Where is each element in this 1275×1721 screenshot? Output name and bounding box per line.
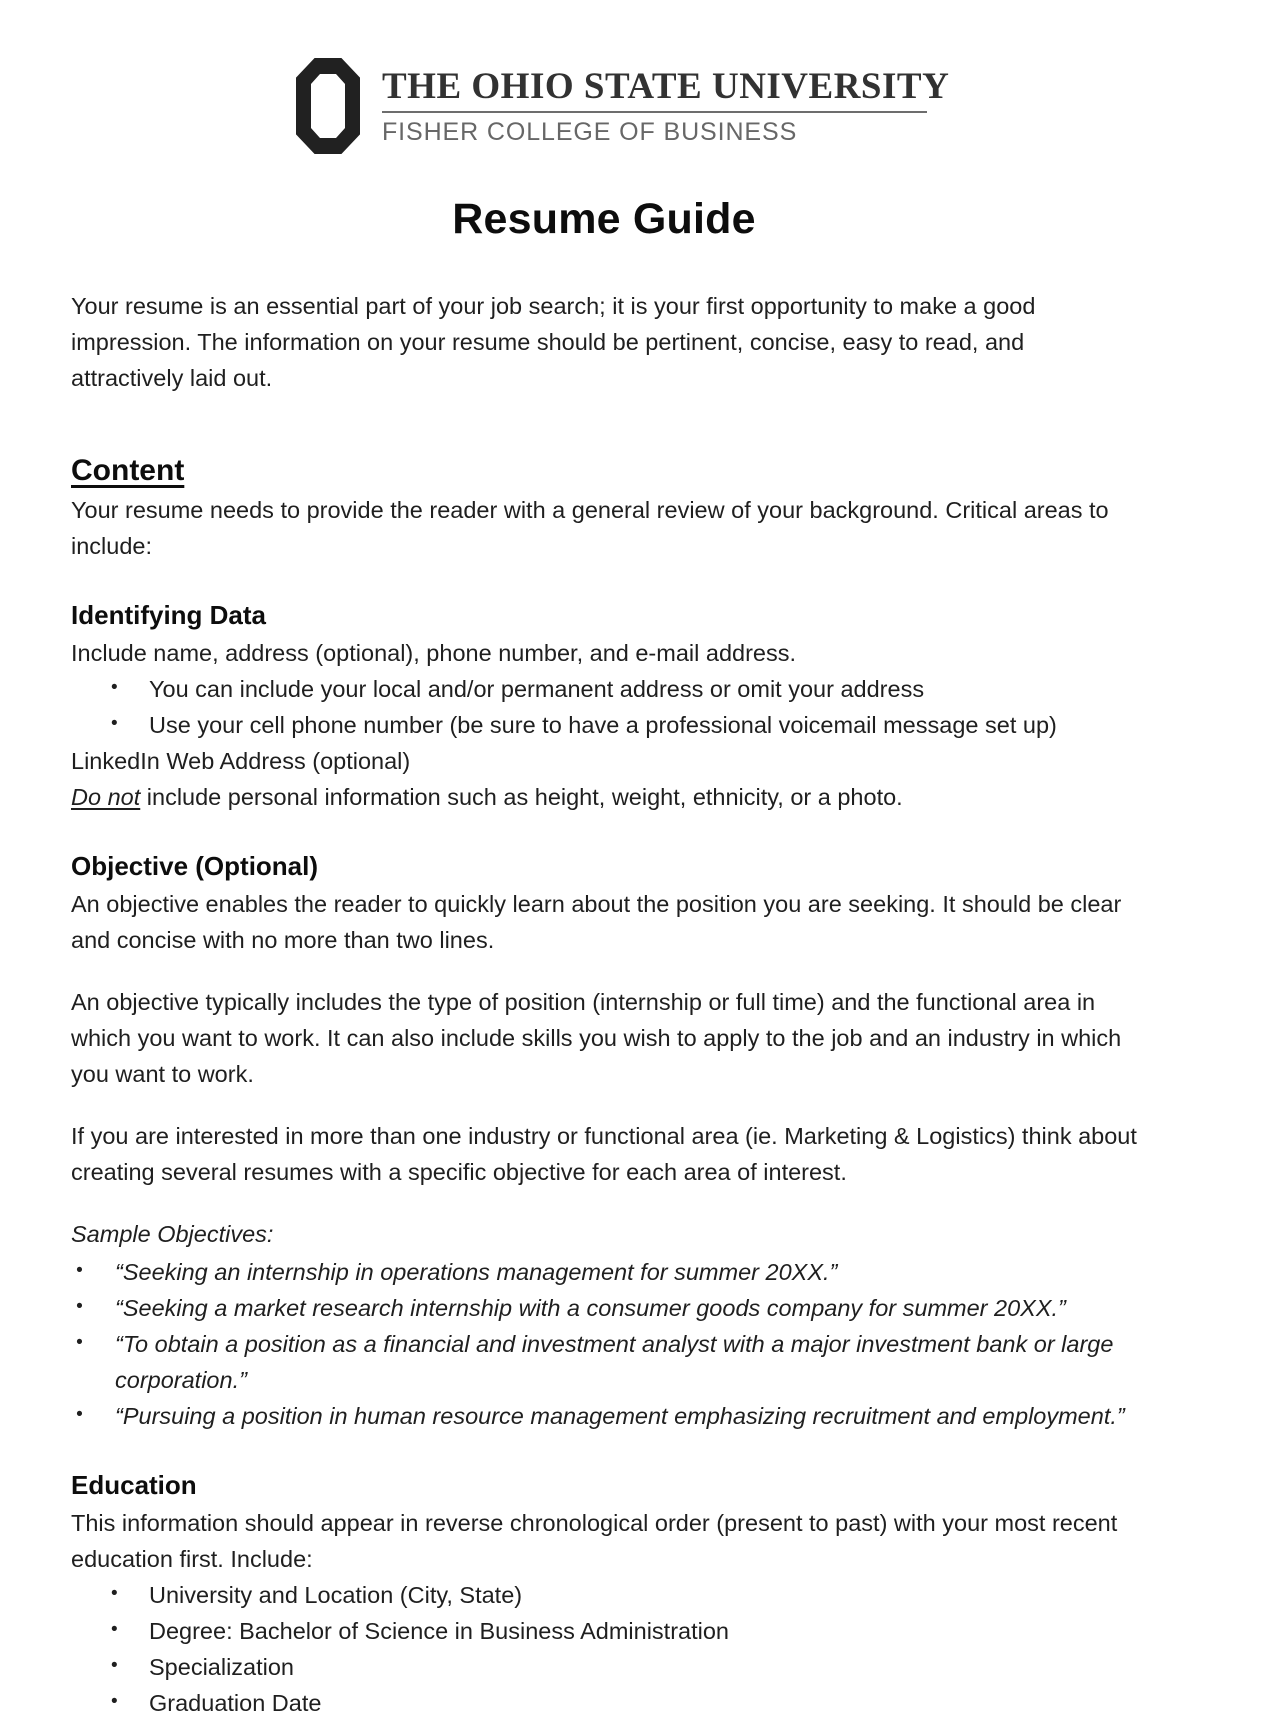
intro-paragraph: Your resume is an essential part of your… bbox=[71, 293, 1036, 391]
subsection-heading-objective: Objective (Optional) bbox=[71, 851, 319, 881]
list-item: Graduation Date bbox=[71, 1684, 1137, 1721]
list-item: “To obtain a position as a financial and… bbox=[71, 1325, 1137, 1398]
document-body: Resume Guide Your resume is an essential… bbox=[71, 195, 1137, 1721]
list-item: Degree: Bachelor of Science in Business … bbox=[71, 1612, 1137, 1649]
list-item: “Seeking an internship in operations man… bbox=[71, 1253, 1137, 1290]
do-not-line: Do not include personal information such… bbox=[71, 779, 1137, 815]
sample-objectives-list: “Seeking an internship in operations man… bbox=[71, 1253, 1137, 1434]
list-item: Specialization bbox=[71, 1648, 1137, 1685]
content-lead: Your resume needs to provide the reader … bbox=[71, 497, 1109, 559]
letterhead-divider bbox=[382, 111, 927, 113]
education-lead: This information should appear in revers… bbox=[71, 1510, 1118, 1572]
objective-paragraph-1: An objective enables the reader to quick… bbox=[71, 891, 1122, 953]
letterhead-wordmark: THE OHIO STATE UNIVERSITY FISHER COLLEGE… bbox=[382, 58, 949, 147]
objective-paragraph-2: An objective typically includes the type… bbox=[71, 989, 1122, 1087]
section-heading-content: Content bbox=[71, 454, 185, 487]
objective-paragraph-3: If you are interested in more than one i… bbox=[71, 1123, 1137, 1185]
subsection-heading-education: Education bbox=[71, 1470, 197, 1500]
list-item: “Seeking a market research internship wi… bbox=[71, 1289, 1137, 1326]
subsection-heading-identifying-data: Identifying Data bbox=[71, 600, 267, 630]
page-title: Resume Guide bbox=[452, 195, 756, 243]
identifying-data-bullet-list: You can include your local and/or perman… bbox=[71, 670, 1137, 743]
identifying-data-lead: Include name, address (optional), phone … bbox=[71, 640, 797, 666]
subsection-identifying-data: Identifying Data Include name, address (… bbox=[71, 600, 1137, 815]
college-name: FISHER COLLEGE OF BUSINESS bbox=[382, 118, 798, 146]
do-not-rest: include personal information such as hei… bbox=[140, 784, 903, 810]
list-item: Use your cell phone number (be sure to h… bbox=[71, 706, 1137, 743]
subsection-education: Education This information should appear… bbox=[71, 1470, 1137, 1721]
sample-objectives-label: Sample Objectives: bbox=[71, 1221, 274, 1247]
list-item: You can include your local and/or perman… bbox=[71, 670, 1137, 707]
list-item: “Pursuing a position in human resource m… bbox=[71, 1397, 1137, 1434]
linkedin-line: LinkedIn Web Address (optional) bbox=[71, 748, 411, 774]
university-name: THE OHIO STATE UNIVERSITY bbox=[382, 66, 950, 107]
section-content: Content Your resume needs to provide the… bbox=[71, 436, 1137, 564]
osu-block-o-icon bbox=[296, 58, 360, 154]
education-bullet-list: University and Location (City, State) De… bbox=[71, 1576, 1137, 1721]
document-page: THE OHIO STATE UNIVERSITY FISHER COLLEGE… bbox=[0, 0, 1275, 1720]
do-not-emphasis: Do not bbox=[71, 784, 141, 810]
subsection-objective: Objective (Optional) An objective enable… bbox=[71, 851, 1137, 1434]
list-item: University and Location (City, State) bbox=[71, 1576, 1137, 1613]
letterhead: THE OHIO STATE UNIVERSITY FISHER COLLEGE… bbox=[296, 58, 949, 154]
